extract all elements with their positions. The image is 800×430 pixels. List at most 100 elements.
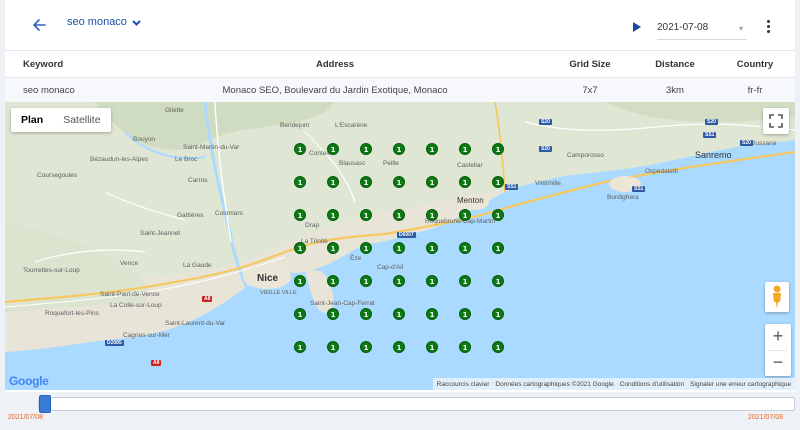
map-type-satellite-button[interactable]: Satellite bbox=[53, 108, 110, 132]
place-label: Saint-Laurent-du-Var bbox=[165, 320, 226, 327]
place-label: Vence bbox=[120, 260, 139, 267]
rank-pin[interactable]: 1 bbox=[393, 341, 405, 353]
report-card: seo monaco 2021-07-08 ▾ Keyword Address … bbox=[5, 0, 795, 392]
rank-pin[interactable]: 1 bbox=[492, 209, 504, 221]
rank-pin[interactable]: 1 bbox=[327, 341, 339, 353]
rank-pin[interactable]: 1 bbox=[426, 143, 438, 155]
map-type-plan-button[interactable]: Plan bbox=[11, 108, 53, 132]
rank-pin[interactable]: 1 bbox=[327, 176, 339, 188]
rank-pin[interactable]: 1 bbox=[492, 341, 504, 353]
google-logo[interactable]: Google bbox=[9, 374, 49, 388]
zoom-in-button[interactable]: + bbox=[765, 324, 791, 350]
place-label: La Colle-sur-Loup bbox=[110, 302, 162, 309]
rank-pin[interactable]: 1 bbox=[360, 176, 372, 188]
place-label: Menton bbox=[457, 196, 484, 205]
place-label: Ospedaletti bbox=[645, 168, 678, 175]
rank-pin[interactable]: 1 bbox=[459, 275, 471, 287]
place-label: La Gaude bbox=[183, 262, 212, 269]
report-error-link[interactable]: Signaler une erreur cartographique bbox=[690, 381, 791, 388]
rank-pin[interactable]: 1 bbox=[393, 308, 405, 320]
street-view-pegman-icon[interactable] bbox=[765, 282, 789, 312]
rank-pin[interactable]: 1 bbox=[492, 308, 504, 320]
rank-pin[interactable]: 1 bbox=[426, 242, 438, 254]
rank-pin[interactable]: 1 bbox=[459, 143, 471, 155]
rank-pin[interactable]: 1 bbox=[393, 209, 405, 221]
rank-pin[interactable]: 1 bbox=[426, 176, 438, 188]
rank-pin[interactable]: 1 bbox=[393, 176, 405, 188]
rank-pin[interactable]: 1 bbox=[459, 176, 471, 188]
rank-pin[interactable]: 1 bbox=[294, 176, 306, 188]
cell-country: fr-fr bbox=[747, 84, 763, 96]
road-shield: S20 bbox=[539, 146, 552, 152]
road-shield: SS1 bbox=[632, 186, 646, 192]
place-label: Nice bbox=[257, 273, 279, 284]
rank-pin[interactable]: 1 bbox=[492, 176, 504, 188]
place-label: L'Escarène bbox=[335, 122, 368, 129]
cell-keyword: seo monaco bbox=[23, 84, 75, 96]
zoom-out-button[interactable]: − bbox=[765, 350, 791, 376]
chevron-down-icon bbox=[132, 19, 141, 26]
caret-down-icon: ▾ bbox=[738, 24, 743, 33]
rank-pin[interactable]: 1 bbox=[294, 209, 306, 221]
rank-pin[interactable]: 1 bbox=[327, 275, 339, 287]
rank-pin[interactable]: 1 bbox=[492, 242, 504, 254]
rank-pin[interactable]: 1 bbox=[327, 143, 339, 155]
road-shield: S20 bbox=[705, 119, 718, 125]
place-label: VIEILLE VILLE bbox=[260, 290, 297, 296]
rank-pin[interactable]: 1 bbox=[327, 209, 339, 221]
place-label: Peille bbox=[383, 160, 399, 167]
fullscreen-icon[interactable] bbox=[763, 108, 789, 134]
cell-address: Monaco SEO, Boulevard du Jardin Exotique… bbox=[222, 84, 448, 96]
place-label: Saint-Jeannet bbox=[140, 230, 181, 237]
rank-pin[interactable]: 1 bbox=[393, 275, 405, 287]
rank-pin[interactable]: 1 bbox=[294, 341, 306, 353]
rank-pin[interactable]: 1 bbox=[426, 275, 438, 287]
place-label: Cagnes-sur-Mer bbox=[123, 332, 170, 339]
timeline-end-label: 2021/07/08 bbox=[748, 414, 784, 421]
timeline-start-label: 2021/07/08 bbox=[8, 414, 44, 421]
place-label: Vintimille bbox=[535, 180, 561, 187]
rank-pin[interactable]: 1 bbox=[459, 341, 471, 353]
rank-pin[interactable]: 1 bbox=[360, 275, 372, 287]
road-shield: A8 bbox=[202, 296, 213, 302]
play-icon[interactable] bbox=[632, 20, 642, 32]
rank-pin[interactable]: 1 bbox=[360, 242, 372, 254]
keyword-select[interactable]: seo monaco bbox=[67, 16, 142, 28]
rank-pin[interactable]: 1 bbox=[492, 275, 504, 287]
rank-pin[interactable]: 1 bbox=[492, 143, 504, 155]
rank-pin[interactable]: 1 bbox=[360, 209, 372, 221]
rank-pin[interactable]: 1 bbox=[294, 308, 306, 320]
rank-pin[interactable]: 1 bbox=[459, 209, 471, 221]
rank-pin[interactable]: 1 bbox=[393, 143, 405, 155]
place-label: Saint-Paul-de-Vence bbox=[100, 291, 160, 298]
road-shield: D6007 bbox=[397, 232, 416, 238]
rank-pin[interactable]: 1 bbox=[426, 209, 438, 221]
road-shield: D2085 bbox=[105, 340, 124, 346]
timeline-slider[interactable] bbox=[38, 397, 795, 411]
date-select[interactable]: 2021-07-08 ▾ bbox=[657, 14, 747, 40]
rank-pin[interactable]: 1 bbox=[360, 308, 372, 320]
rank-pin[interactable]: 1 bbox=[294, 143, 306, 155]
place-label: Saint-Martin-du-Var bbox=[183, 144, 240, 151]
rank-pin[interactable]: 1 bbox=[294, 242, 306, 254]
rank-pin[interactable]: 1 bbox=[459, 308, 471, 320]
rank-pin[interactable]: 1 bbox=[294, 275, 306, 287]
rank-pin[interactable]: 1 bbox=[327, 242, 339, 254]
rank-pin[interactable]: 1 bbox=[360, 341, 372, 353]
place-label: Bendejum bbox=[280, 122, 310, 129]
rank-pin[interactable]: 1 bbox=[327, 308, 339, 320]
rank-pin[interactable]: 1 bbox=[459, 242, 471, 254]
rank-pin[interactable]: 1 bbox=[426, 341, 438, 353]
rank-pin[interactable]: 1 bbox=[393, 242, 405, 254]
keyboard-shortcuts-link[interactable]: Raccourcis clavier bbox=[437, 381, 490, 388]
back-arrow-icon[interactable] bbox=[29, 14, 51, 36]
more-options-icon[interactable] bbox=[763, 20, 773, 36]
zoom-control: + − bbox=[765, 324, 791, 376]
col-keyword: Keyword bbox=[23, 58, 64, 70]
timeline-slider-handle[interactable] bbox=[39, 395, 51, 413]
rank-pin[interactable]: 1 bbox=[426, 308, 438, 320]
rank-pin[interactable]: 1 bbox=[360, 143, 372, 155]
place-label: Roquefort-les-Pins bbox=[45, 310, 99, 317]
map-view[interactable]: Bendejum L'Escarène Gilette Bouyon Saint… bbox=[5, 102, 795, 390]
terms-link[interactable]: Conditions d'utilisation bbox=[620, 381, 684, 388]
